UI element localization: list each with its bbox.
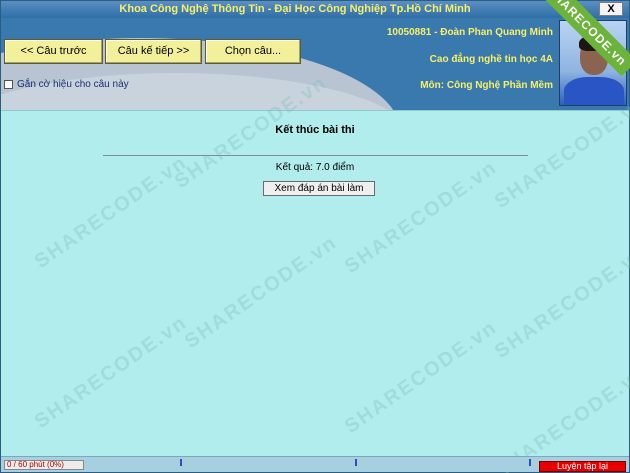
review-answers-button[interactable]: Xem đáp án bài làm [263,181,375,196]
student-class: Cao đẳng nghề tin học 4A [429,54,553,65]
progress-marker [529,459,531,466]
next-question-button[interactable]: Câu kế tiếp >> [105,39,202,64]
checkbox-box[interactable] [4,80,13,89]
practice-again-button[interactable]: Luyện tập lại [539,461,626,472]
flag-question-label: Gắn cờ hiệu cho câu này [17,79,129,90]
previous-question-button[interactable]: << Câu trước [4,39,103,64]
watermark-text: SHARECODE.vn [30,311,192,433]
progress-marker [180,459,182,466]
window-title: Khoa Công Nghệ Thông Tin - Đại Học Công … [119,3,471,15]
flag-question-checkbox[interactable]: Gắn cờ hiệu cho câu này [4,79,129,90]
watermark-text: SHARECODE.vn [340,156,502,278]
watermark-text: SHARECODE.vn [490,91,630,213]
exam-content: SHARECODE.vn SHARECODE.vn SHARECODE.vn S… [1,71,630,473]
divider [103,155,528,156]
status-bar: 0 / 60 phút (0%) Luyện tập lại [1,456,629,472]
student-id-name: 10050881 - Đoàn Phan Quang Minh [386,27,553,38]
title-bar[interactable]: Khoa Công Nghệ Thông Tin - Đại Học Công … [1,1,629,18]
header-panel: << Câu trước Câu kế tiếp >> Chọn câu... … [1,18,629,110]
progress-marker [355,459,357,466]
watermark-text: SHARECODE.vn [340,316,502,438]
watermark-text: SHARECODE.vn [180,231,342,353]
avatar-shirt [564,77,624,105]
watermark-text: SHARECODE.vn [490,241,630,363]
exam-result: Kết quả: 7.0 điểm [275,162,355,173]
exam-subject: Môn: Công Nghệ Phần Mềm [420,80,553,91]
exam-end-title: Kết thúc bài thi [275,124,355,136]
timer-progress: 0 / 60 phút (0%) [4,460,84,470]
choose-question-button[interactable]: Chọn câu... [205,39,301,64]
close-button[interactable]: X [599,2,623,16]
app-window: Khoa Công Nghệ Thông Tin - Đại Học Công … [0,0,630,473]
